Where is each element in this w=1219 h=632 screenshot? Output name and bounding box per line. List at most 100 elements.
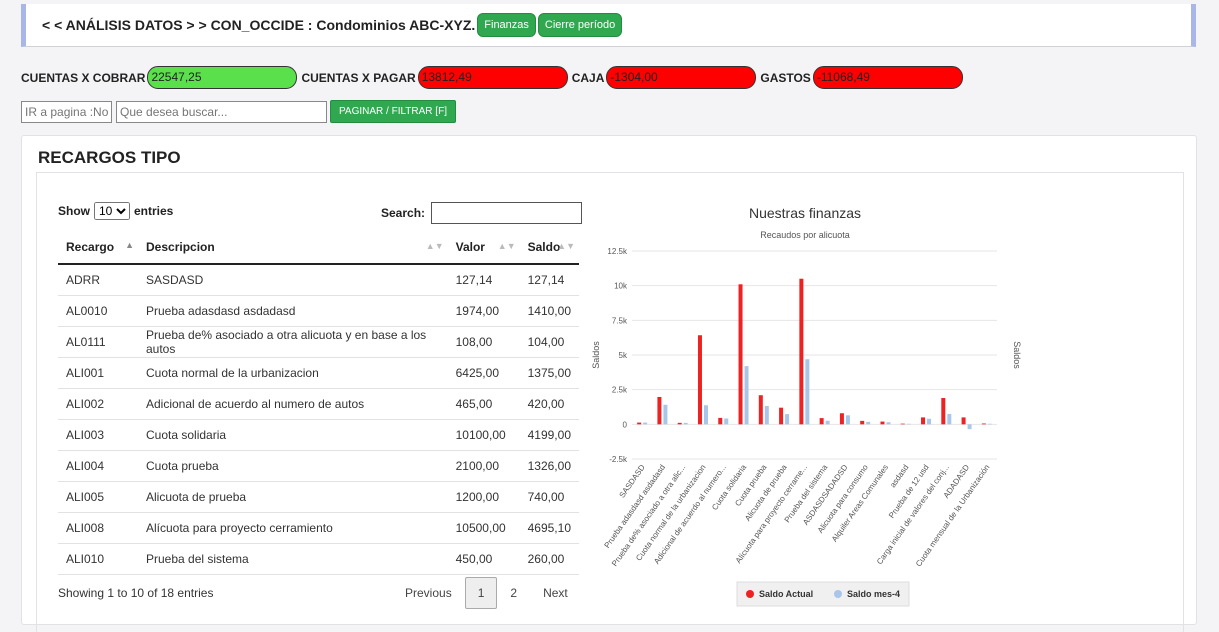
table-row[interactable]: ALI005 Alicuota de prueba 1200,00 740,00 — [58, 481, 579, 513]
bar-saldo-actual — [738, 284, 743, 425]
legend-marker — [834, 590, 842, 598]
page-1-button[interactable]: 1 — [464, 577, 498, 609]
legend-entry: Saldo mes-4 — [847, 589, 900, 599]
table-row[interactable]: ALI001 Cuota normal de la urbanizacion 642… — [58, 357, 579, 389]
search-label: Search: — [381, 206, 426, 220]
table-row[interactable]: ALI010 Prueba del sistema 450,00 260,00 — [58, 543, 579, 575]
top-header: < < ANÁLISIS DATOS > > CON_OCCIDE : Cond… — [21, 4, 1196, 47]
cierre-periodo-button[interactable]: Cierre período — [537, 13, 623, 37]
bar-saldo-mes-4 — [805, 359, 810, 425]
table-row[interactable]: ADRR SASDASD 127,14 127,14 — [58, 264, 579, 296]
cell-saldo: 104,00 — [519, 326, 579, 358]
caja-label: CAJA — [571, 70, 605, 85]
cell-valor: 1200,00 — [447, 481, 520, 513]
table-row[interactable]: AL0010 Prueba adasdasd asdadasd 1974,00 141… — [58, 295, 579, 327]
cell-valor: 10100,00 — [447, 419, 520, 451]
bar-saldo-mes-4 — [785, 414, 790, 425]
cell-descripcion: SASDASD — [138, 264, 448, 296]
y-tick-label: 10k — [614, 282, 628, 291]
bar-saldo-actual — [941, 397, 946, 425]
cell-saldo: 260,00 — [519, 543, 579, 575]
cell-descripcion: Adicional de acuerdo al numero de autos — [138, 388, 448, 420]
cell-saldo: 1410,00 — [519, 295, 579, 327]
bar-saldo-actual — [880, 421, 885, 425]
page-number-input[interactable] — [21, 100, 112, 123]
cell-descripcion: Alícuota para proyecto cerramiento — [138, 512, 448, 544]
cxc-value[interactable]: 22547,25 — [147, 66, 298, 89]
sort-asc-icon: ▲ — [125, 240, 134, 250]
y-axis-label: Saldos — [592, 341, 601, 369]
table-row[interactable]: ALI003 Cuota solidaria 10100,00 4199,00 — [58, 419, 579, 451]
bar-saldo-actual — [637, 422, 642, 425]
cell-recargo: ALI010 — [58, 543, 138, 575]
table-row[interactable]: ALI002 Adicional de acuerdo al numero de … — [58, 388, 579, 420]
bar-saldo-mes-4 — [866, 421, 871, 425]
cell-valor: 127,14 — [447, 264, 520, 296]
sort-icon: ▲▼ — [557, 241, 575, 251]
cxp-value[interactable]: 13812,49 — [417, 66, 568, 89]
page-2-button[interactable]: 2 — [497, 586, 530, 600]
y-tick-label: 7.5k — [612, 316, 628, 325]
table-search-input[interactable] — [431, 202, 583, 224]
cell-descripcion: Cuota prueba — [138, 450, 448, 482]
cxp-label: CUENTAS X PAGAR — [301, 70, 416, 85]
bar-saldo-actual — [900, 423, 905, 425]
cell-valor: 1974,00 — [447, 295, 520, 327]
pagination: Previous 1 2 Next — [392, 577, 581, 609]
bar-saldo-mes-4 — [987, 423, 992, 425]
entries-select[interactable]: 10 — [94, 202, 130, 220]
bar-saldo-mes-4 — [825, 420, 830, 425]
column-header-saldo[interactable]: Saldo ▲▼ — [519, 230, 579, 265]
bar-saldo-actual — [819, 418, 824, 425]
column-header-valor[interactable]: Valor ▲▼ — [447, 230, 520, 265]
cell-valor: 465,00 — [447, 388, 520, 420]
bar-saldo-actual — [961, 417, 966, 425]
cell-saldo: 740,00 — [519, 481, 579, 513]
cell-valor: 450,00 — [447, 543, 520, 575]
table-row[interactable]: ALI008 Alícuota para proyecto cerramiento… — [58, 512, 579, 544]
search-query-input[interactable] — [116, 100, 327, 123]
bar-saldo-mes-4 — [927, 418, 932, 425]
cell-saldo: 127,14 — [519, 264, 579, 296]
cell-recargo: AL0010 — [58, 295, 138, 327]
cell-descripcion: Prueba de% asociado a otra alicuota y en… — [138, 326, 448, 358]
bar-saldo-mes-4 — [683, 422, 688, 425]
previous-button[interactable]: Previous — [392, 586, 465, 600]
caja-value[interactable]: -1304,00 — [606, 66, 757, 89]
cell-recargo: AL0111 — [58, 326, 138, 358]
gastos-value[interactable]: -11068,49 — [812, 66, 963, 89]
cell-descripcion: Prueba adasdasd asdadasd — [138, 295, 448, 327]
cell-recargo: ALI002 — [58, 388, 138, 420]
legend-marker — [746, 590, 754, 598]
cell-descripcion: Cuota solidaria — [138, 419, 448, 451]
bar-saldo-actual — [779, 407, 784, 425]
finanzas-button[interactable]: Finanzas — [477, 13, 536, 37]
table-row[interactable]: AL0111 Prueba de% asociado a otra alicuot… — [58, 326, 579, 358]
show-entries: Show 10 entries — [58, 202, 173, 220]
gastos-label: GASTOS — [760, 70, 811, 85]
filter-button[interactable]: PAGINAR / FILTRAR [F] — [330, 100, 456, 123]
chart-subtitle: Recaudos por alicuota — [760, 230, 850, 240]
column-header-descripcion[interactable]: Descripcion ▲▼ — [138, 230, 448, 265]
cell-saldo: 420,00 — [519, 388, 579, 420]
cell-saldo: 4199,00 — [519, 419, 579, 451]
bar-saldo-mes-4 — [947, 413, 952, 425]
cxc-label: CUENTAS X COBRAR — [21, 70, 146, 85]
cell-descripcion: Prueba del sistema — [138, 543, 448, 575]
bar-saldo-mes-4 — [967, 424, 972, 430]
bar-saldo-mes-4 — [845, 415, 850, 425]
table-row[interactable]: ALI004 Cuota prueba 2100,00 1326,00 — [58, 450, 579, 482]
table-search: Search: — [381, 202, 583, 224]
bar-saldo-actual — [758, 395, 763, 425]
bar-saldo-actual — [718, 417, 723, 425]
cell-recargo: ALI008 — [58, 512, 138, 544]
y-tick-label: -2.5k — [609, 455, 628, 464]
y-tick-label: 0 — [623, 420, 628, 429]
cell-descripcion: Alicuota de prueba — [138, 481, 448, 513]
column-header-recargo[interactable]: Recargo ▲ — [58, 230, 138, 265]
cell-recargo: ALI004 — [58, 450, 138, 482]
sort-icon: ▲▼ — [497, 241, 516, 251]
next-button[interactable]: Next — [530, 586, 581, 600]
search-row: PAGINAR / FILTRAR [F] — [21, 100, 456, 123]
cell-recargo: ALI001 — [58, 357, 138, 389]
